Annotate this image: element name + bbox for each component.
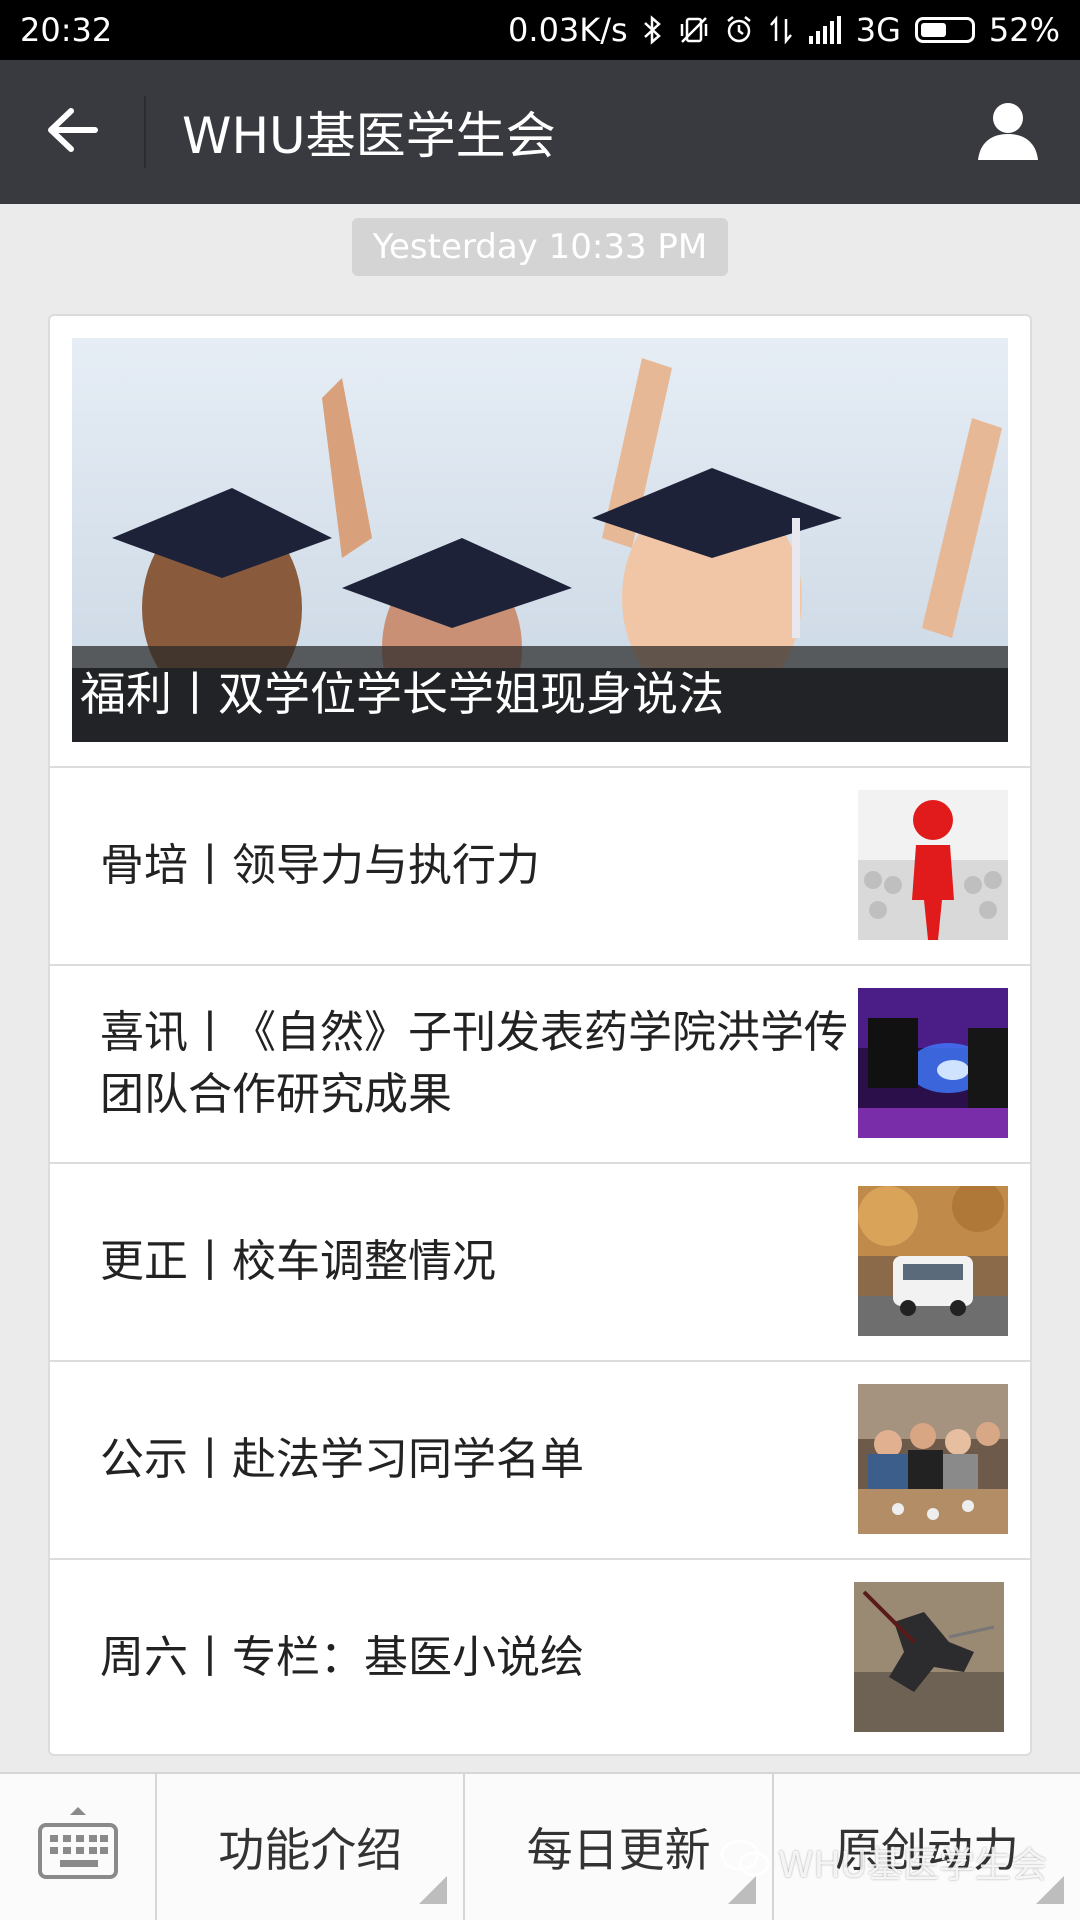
app-bar: WHU基医学生会 — [0, 60, 1080, 204]
menu-item-label: 功能介绍 — [218, 1823, 403, 1877]
alarm-icon — [724, 15, 754, 45]
back-button[interactable] — [0, 60, 144, 204]
person-icon — [976, 98, 1040, 166]
menu-item-daily-update[interactable]: 每日更新 — [465, 1774, 774, 1920]
article-item[interactable]: 周六丨专栏：基医小说绘 — [50, 1558, 1030, 1754]
status-indicators: 0.03K/s 3G 52% — [508, 11, 1060, 49]
submenu-indicator-icon — [1035, 1876, 1064, 1904]
signal-icon — [808, 16, 842, 44]
article-title: 周六丨专栏：基医小说绘 — [100, 1632, 584, 1683]
submenu-indicator-icon — [727, 1876, 756, 1904]
appbar-divider — [144, 96, 146, 168]
menu-item-original-power[interactable]: 原创动力 — [774, 1774, 1080, 1920]
vibrate-off-icon — [678, 15, 710, 45]
menu-item-function-intro[interactable]: 功能介绍 — [157, 1774, 466, 1920]
article-thumbnail — [858, 988, 1008, 1138]
bluetooth-icon — [642, 15, 664, 45]
article-item[interactable]: 骨培丨领导力与执行力 — [50, 766, 1030, 964]
article-item[interactable]: 更正丨校车调整情况 — [50, 1162, 1030, 1360]
hero-article[interactable]: 福利丨双学位学长学姐现身说法 — [72, 338, 1008, 742]
article-thumbnail — [858, 1186, 1008, 1336]
battery-icon — [914, 17, 975, 43]
article-title: 公示丨赴法学习同学名单 — [100, 1434, 584, 1485]
message-timestamp: Yesterday 10:33 PM — [352, 218, 728, 276]
bottom-menu-bar: 功能介绍 每日更新 原创动力 — [0, 1772, 1080, 1920]
profile-button[interactable] — [936, 60, 1080, 204]
article-thumbnail — [854, 1582, 1004, 1732]
menu-item-label: 每日更新 — [526, 1823, 711, 1877]
article-title: 更正丨校车调整情况 — [100, 1236, 496, 1287]
status-bar: 20:32 0.03K/s 3G 52% — [0, 0, 1080, 60]
hero-title: 福利丨双学位学长学姐现身说法 — [72, 646, 1008, 742]
battery-percent: 52% — [988, 11, 1060, 49]
article-card: 福利丨双学位学长学姐现身说法 骨培丨领导力与执行力 喜讯丨《自然》子刊发表药学院… — [48, 314, 1032, 1756]
article-title: 骨培丨领导力与执行力 — [100, 840, 540, 891]
article-thumbnail — [858, 1384, 1008, 1534]
menu-item-label: 原创动力 — [834, 1823, 1019, 1877]
page-title: WHU基医学生会 — [182, 107, 556, 165]
article-title: 喜讯丨《自然》子刊发表药学院洪学传团队合作研究成果 — [100, 1007, 848, 1120]
submenu-indicator-icon — [419, 1876, 448, 1904]
data-transfer-icon — [768, 15, 794, 45]
keyboard-icon — [36, 1805, 120, 1889]
article-item[interactable]: 喜讯丨《自然》子刊发表药学院洪学传团队合作研究成果 — [50, 964, 1030, 1162]
arrow-left-icon — [45, 105, 99, 159]
network-speed: 0.03K/s — [508, 11, 628, 49]
keyboard-toggle-button[interactable] — [0, 1774, 158, 1920]
network-type: 3G — [855, 11, 901, 49]
status-time: 20:32 — [20, 11, 113, 49]
article-item[interactable]: 公示丨赴法学习同学名单 — [50, 1360, 1030, 1558]
article-thumbnail — [858, 790, 1008, 940]
